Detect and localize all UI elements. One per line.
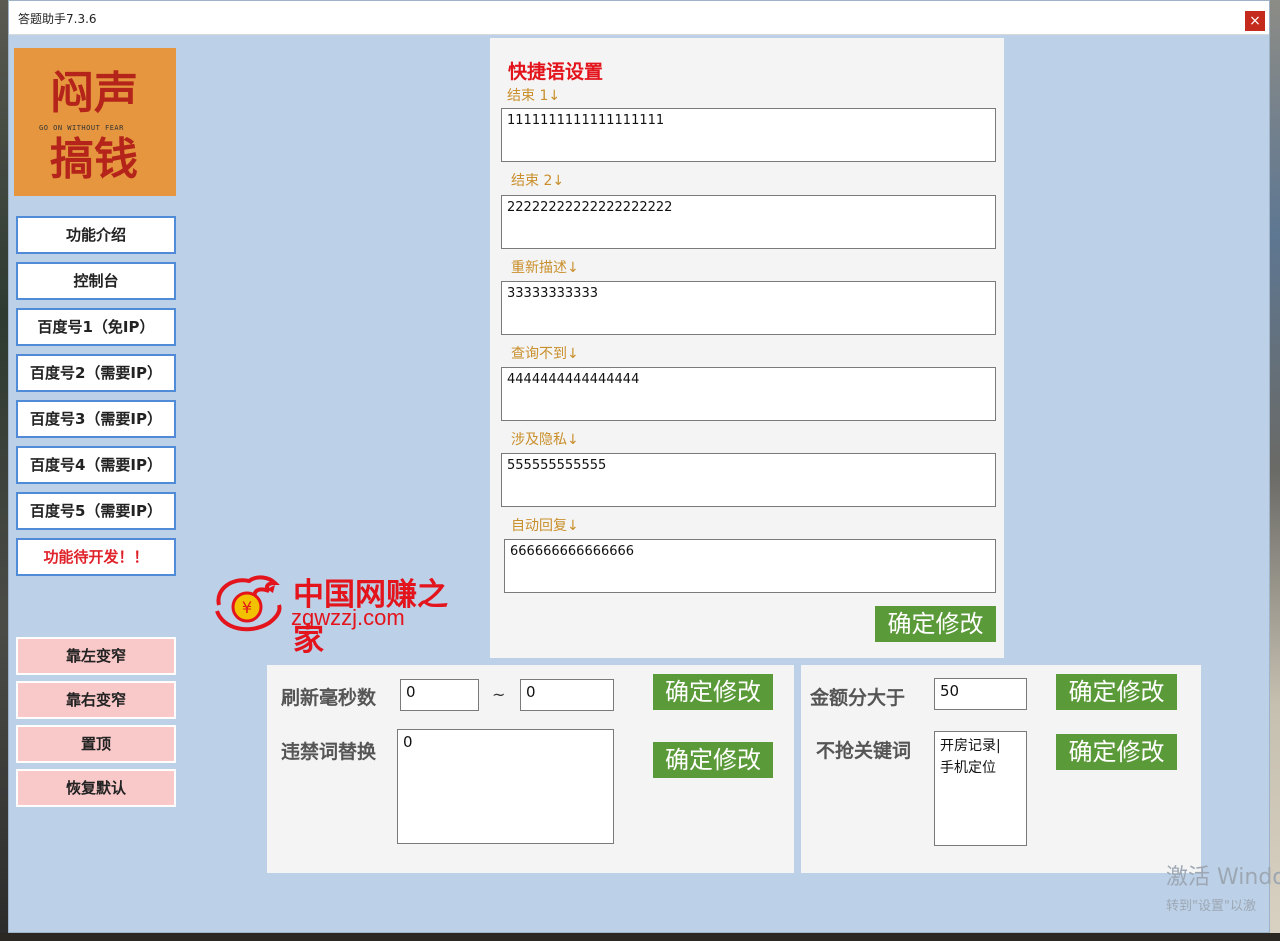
field-label-auto-reply: 自动回复↓ bbox=[511, 518, 579, 534]
banned-words-label: 违禁词替换 bbox=[281, 741, 377, 763]
logo-motto: GO ON WITHOUT FEAR bbox=[39, 124, 124, 132]
confirm-skip-keywords-button[interactable]: 确定修改 bbox=[1056, 734, 1177, 770]
refresh-min-input[interactable]: 0 bbox=[400, 679, 479, 711]
skip-keywords-input[interactable]: 开房记录| 手机定位 bbox=[934, 731, 1027, 846]
refresh-settings-panel: 刷新毫秒数 0 ~ 0 确定修改 违禁词替换 0 确定修改 bbox=[267, 665, 794, 873]
dragon-coin-icon: ¥ bbox=[215, 575, 282, 632]
confirm-banned-words-button[interactable]: 确定修改 bbox=[653, 742, 773, 778]
not-found-input[interactable]: 4444444444444444 bbox=[501, 367, 996, 421]
pin-top-button[interactable]: 置顶 bbox=[16, 725, 176, 763]
field-label-privacy: 涉及隐私↓ bbox=[511, 432, 579, 448]
activation-subtitle: 转到"设置"以激 bbox=[1166, 899, 1256, 914]
title-bar: 答题助手7.3.6 × bbox=[9, 1, 1269, 35]
privacy-input[interactable]: 555555555555 bbox=[501, 453, 996, 507]
skip-keyword-line: 手机定位 bbox=[940, 760, 996, 776]
range-separator: ~ bbox=[492, 685, 506, 704]
redescribe-input[interactable]: 33333333333 bbox=[501, 281, 996, 335]
grab-filter-panel: 金额分大于 50 确定修改 不抢关键词 开房记录| 手机定位 确定修改 bbox=[801, 665, 1201, 873]
panel-title: 快捷语设置 bbox=[508, 61, 604, 83]
field-label-redescribe: 重新描述↓ bbox=[511, 260, 579, 276]
watermark-url: zgwzzj.com bbox=[291, 605, 405, 630]
desktop-bottom-edge bbox=[0, 933, 1280, 941]
app-window: 答题助手7.3.6 × 闷声 GO ON WITHOUT FEAR 搞钱 功能介… bbox=[8, 0, 1280, 933]
banned-words-input[interactable]: 0 bbox=[397, 729, 614, 844]
close-icon: × bbox=[1249, 13, 1261, 29]
auto-reply-input[interactable]: 666666666666666 bbox=[504, 539, 996, 593]
sidebar-item-baidu-4[interactable]: 百度号4（需要IP） bbox=[16, 446, 176, 484]
skip-keyword-line: 开房记录| bbox=[940, 738, 1001, 754]
logo-line-2: 搞钱 bbox=[50, 134, 138, 185]
confirm-refresh-button[interactable]: 确定修改 bbox=[653, 674, 773, 710]
end-1-input[interactable]: 1111111111111111111 bbox=[501, 108, 996, 162]
field-label-end-1: 结束 1↓ bbox=[507, 88, 561, 104]
quick-phrase-panel: 快捷语设置 结束 1↓ 1111111111111111111 结束 2↓ 22… bbox=[490, 38, 1004, 658]
amount-label: 金额分大于 bbox=[810, 687, 906, 709]
field-label-not-found: 查询不到↓ bbox=[511, 346, 579, 362]
activation-title: 激活 Windo bbox=[1166, 865, 1280, 890]
field-label-end-2: 结束 2↓ bbox=[511, 173, 565, 189]
sidebar-item-baidu-5[interactable]: 百度号5（需要IP） bbox=[16, 492, 176, 530]
logo-line-1: 闷声 bbox=[50, 68, 138, 119]
window-title: 答题助手7.3.6 bbox=[18, 12, 97, 26]
dock-left-narrow-button[interactable]: 靠左变窄 bbox=[16, 637, 176, 675]
restore-default-button[interactable]: 恢复默认 bbox=[16, 769, 176, 807]
close-button[interactable]: × bbox=[1245, 11, 1265, 31]
amount-input[interactable]: 50 bbox=[934, 678, 1027, 710]
end-2-input[interactable]: 22222222222222222222 bbox=[501, 195, 996, 249]
svg-text:¥: ¥ bbox=[242, 598, 252, 617]
confirm-phrases-button[interactable]: 确定修改 bbox=[875, 606, 996, 642]
sidebar-item-coming-soon[interactable]: 功能待开发！！ bbox=[16, 538, 176, 576]
app-logo: 闷声 GO ON WITHOUT FEAR 搞钱 bbox=[14, 48, 176, 196]
sidebar-item-baidu-1[interactable]: 百度号1（免IP） bbox=[16, 308, 176, 346]
refresh-max-input[interactable]: 0 bbox=[520, 679, 614, 711]
skip-keywords-label: 不抢关键词 bbox=[816, 740, 912, 762]
confirm-amount-button[interactable]: 确定修改 bbox=[1056, 674, 1177, 710]
watermark: ¥ 中国网赚之家 zgwzzj.com bbox=[207, 567, 467, 658]
dock-right-narrow-button[interactable]: 靠右变窄 bbox=[16, 681, 176, 719]
sidebar-item-baidu-3[interactable]: 百度号3（需要IP） bbox=[16, 400, 176, 438]
sidebar-item-console[interactable]: 控制台 bbox=[16, 262, 176, 300]
sidebar-item-intro[interactable]: 功能介绍 bbox=[16, 216, 176, 254]
refresh-label: 刷新毫秒数 bbox=[281, 687, 377, 709]
sidebar-item-baidu-2[interactable]: 百度号2（需要IP） bbox=[16, 354, 176, 392]
windows-activation-watermark: 激活 Windo 转到"设置"以激 bbox=[1166, 859, 1280, 914]
